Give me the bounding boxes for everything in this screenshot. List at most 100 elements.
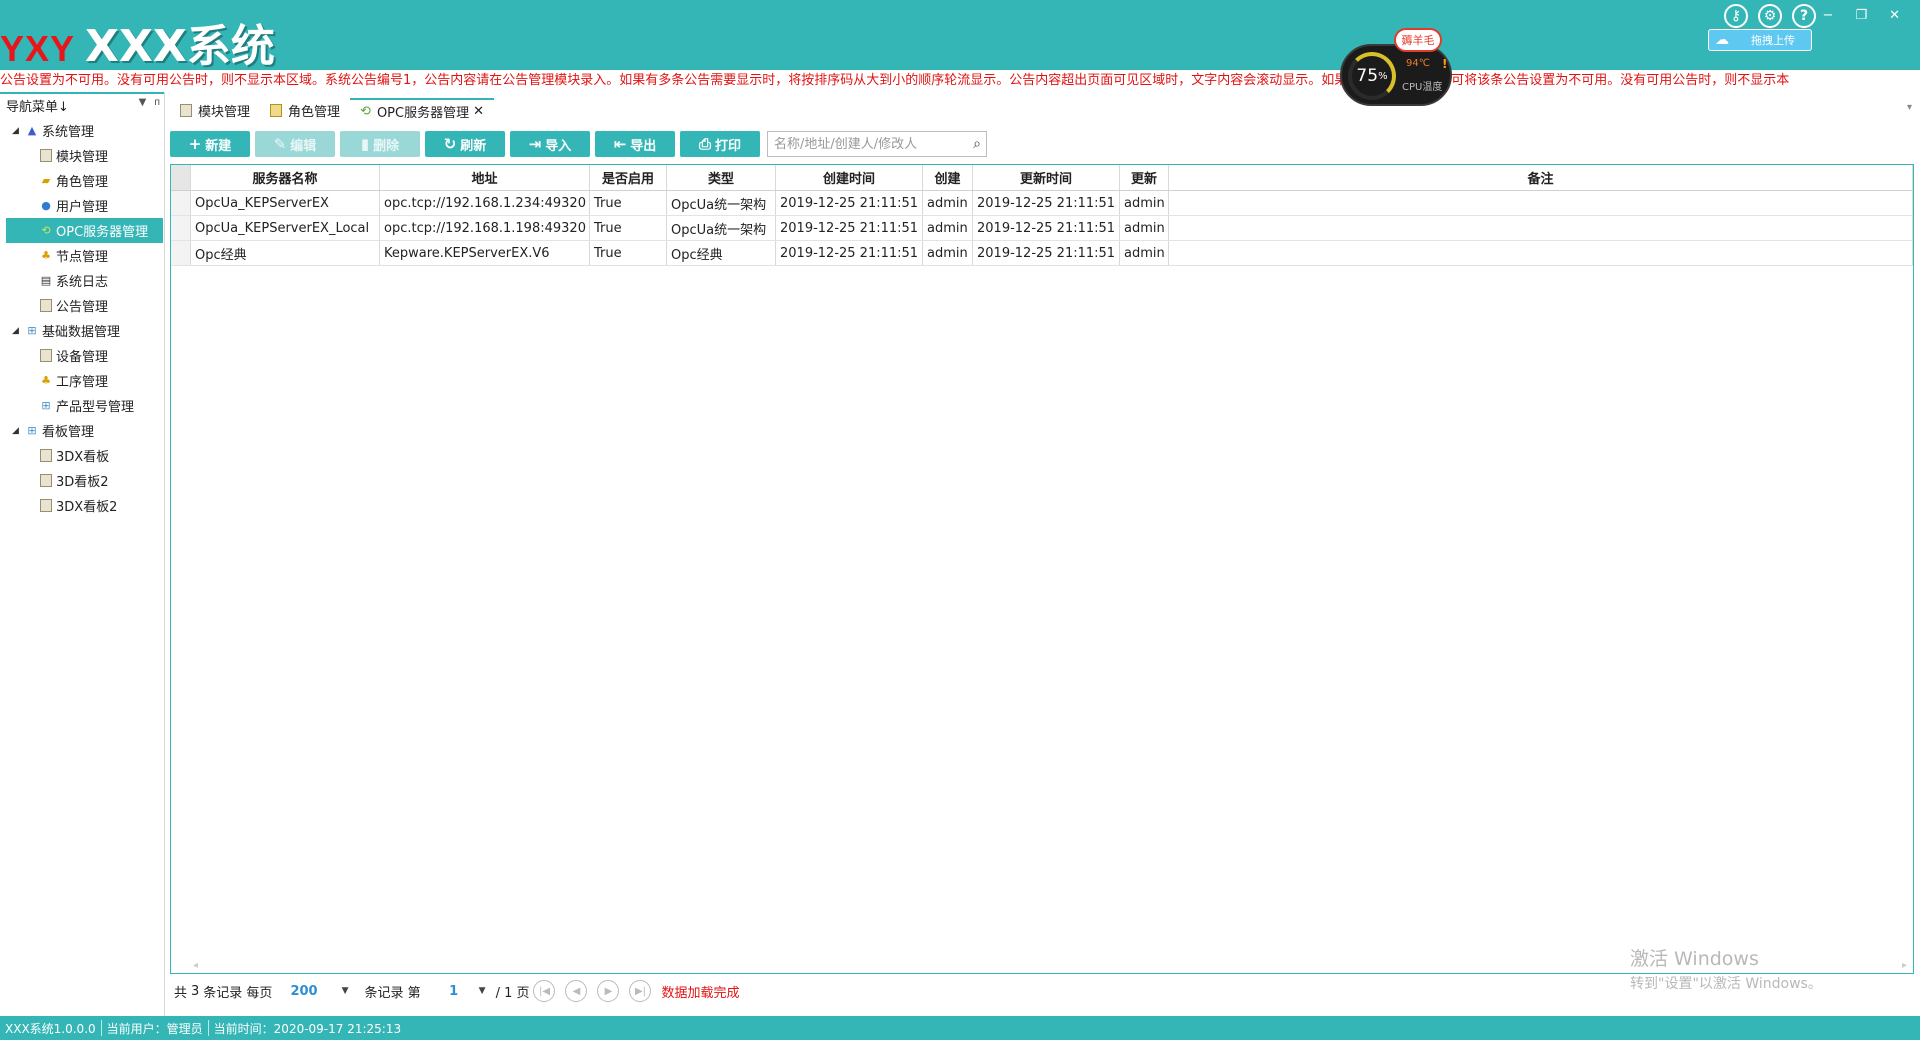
tree-item-label: 公告管理 xyxy=(56,300,109,315)
chevron-down-icon[interactable]: ▼ xyxy=(342,986,349,996)
tab-role-management[interactable]: 角色管理 xyxy=(260,98,350,122)
table-row[interactable]: OpcUa_KEPServerEX_Local opc.tcp://192.16… xyxy=(171,216,1913,241)
cpu-temp-label: CPU温度 xyxy=(1402,82,1443,93)
print-button[interactable]: ⎙ 打印 xyxy=(680,131,760,157)
search-icon[interactable]: ⌕ xyxy=(973,136,981,152)
tab-label: 模块管理 xyxy=(198,104,251,120)
tree-item-label: 产品型号管理 xyxy=(56,400,135,415)
scroll-left-icon[interactable]: ◂ xyxy=(193,960,198,971)
tab-menu-icon[interactable]: ▾ xyxy=(1907,102,1912,113)
column-header[interactable]: 备注 xyxy=(1169,165,1913,190)
total-suffix: 条记录 每页 xyxy=(203,985,273,1001)
tab-opc-server-management[interactable]: ⟲ OPC服务器管理 ✕ xyxy=(350,98,494,122)
tree-item-label: 设备管理 xyxy=(56,350,109,365)
tree-item-dashboard-management[interactable]: ◢ ⊞ 看板管理 xyxy=(0,418,164,443)
notice-text: 公告设置为不可用。没有可用公告时，则不显示本区域。系统公告编号1，公告内容请在公… xyxy=(0,73,1790,88)
delete-label: 删除 xyxy=(373,138,400,154)
tree-item-label: 用户管理 xyxy=(56,200,109,215)
watermark-title: 激活 Windows xyxy=(1630,948,1759,970)
export-button[interactable]: ⇤ 导出 xyxy=(595,131,675,157)
table-cell xyxy=(1169,191,1913,215)
chevron-down-icon[interactable]: ▼ xyxy=(139,97,147,108)
restore-button[interactable]: ❐ xyxy=(1855,8,1867,23)
drag-upload-button[interactable]: ☁ 拖拽上传 xyxy=(1708,29,1812,51)
cpu-usage-ring: 75% xyxy=(1348,52,1396,100)
column-header[interactable]: 创建时间 xyxy=(776,165,923,190)
tree-item-system-log[interactable]: ▤ 系统日志 xyxy=(0,268,164,293)
pin-icon[interactable]: ᴨ xyxy=(154,97,160,108)
column-header[interactable]: 更新时间 xyxy=(973,165,1120,190)
row-selector[interactable] xyxy=(171,241,191,265)
page-size-select[interactable]: 200 xyxy=(290,984,317,999)
table-row[interactable]: Opc经典 Kepware.KEPServerEX.V6 True Opc经典 … xyxy=(171,241,1913,266)
module-icon xyxy=(180,103,192,117)
search-input[interactable] xyxy=(774,136,964,152)
total-count: 3 xyxy=(191,983,200,999)
column-header[interactable]: 创建 xyxy=(923,165,973,190)
tree-item-notice-management[interactable]: 公告管理 xyxy=(0,293,164,318)
tree-item-user-management[interactable]: ● 用户管理 xyxy=(0,193,164,218)
tree-item-role-management[interactable]: ▰ 角色管理 xyxy=(0,168,164,193)
column-header[interactable]: 类型 xyxy=(667,165,776,190)
close-button[interactable]: ✕ xyxy=(1889,8,1900,23)
current-time: 当前时间：2020-09-17 21:25:13 xyxy=(213,1021,402,1036)
delete-button[interactable]: ▮ 删除 xyxy=(340,131,420,157)
table-cell: OpcUa统一架构 xyxy=(667,191,776,215)
upload-label: 拖拽上传 xyxy=(1751,34,1795,47)
import-button[interactable]: ⇥ 导入 xyxy=(510,131,590,157)
tree-item-3d-board-2[interactable]: 3D看板2 xyxy=(0,468,164,493)
device-icon xyxy=(40,349,52,362)
import-label: 导入 xyxy=(545,138,572,154)
export-label: 导出 xyxy=(630,138,657,154)
system-group-icon: ▲ xyxy=(27,124,37,137)
cpu-widget-badge[interactable]: 薅羊毛 xyxy=(1394,28,1442,52)
column-header[interactable]: 是否启用 xyxy=(590,165,667,190)
key-icon[interactable]: ⚷ xyxy=(1724,4,1748,28)
prev-page-icon[interactable]: ◀ xyxy=(565,980,588,1002)
role-icon xyxy=(270,103,283,117)
row-selector[interactable] xyxy=(171,191,191,215)
tree-item-basic-data-management[interactable]: ◢ ⊞ 基础数据管理 xyxy=(0,318,164,343)
tree-item-3dx-board-2[interactable]: 3DX看板2 xyxy=(0,493,164,518)
cpu-temperature-widget[interactable]: 75% 94℃ ! CPU温度 xyxy=(1340,44,1452,106)
tree-item-device-management[interactable]: 设备管理 xyxy=(0,343,164,368)
page-number-select[interactable]: 1 xyxy=(439,984,469,999)
next-page-icon[interactable]: ▶ xyxy=(597,980,620,1002)
tree-item-process-management[interactable]: ♣ 工序管理 xyxy=(0,368,164,393)
expand-toggle-icon[interactable]: ◢ xyxy=(12,426,24,436)
tree-item-opc-server-management[interactable]: ⟲ OPC服务器管理 xyxy=(6,218,163,243)
select-all-cell[interactable] xyxy=(171,165,191,190)
edit-button[interactable]: ✎ 编辑 xyxy=(255,131,335,157)
tree-item-product-model-management[interactable]: ⊞ 产品型号管理 xyxy=(0,393,164,418)
table-row[interactable]: OpcUa_KEPServerEX opc.tcp://192.168.1.23… xyxy=(171,191,1913,216)
tree-item-module-management[interactable]: 模块管理 xyxy=(0,143,164,168)
help-icon[interactable]: ? xyxy=(1792,4,1816,28)
expand-toggle-icon[interactable]: ◢ xyxy=(12,126,24,136)
log-icon: ▤ xyxy=(40,274,52,287)
column-header[interactable]: 服务器名称 xyxy=(191,165,380,190)
tab-module-management[interactable]: 模块管理 xyxy=(170,98,260,122)
new-button[interactable]: + 新建 xyxy=(170,131,250,157)
expand-toggle-icon[interactable]: ◢ xyxy=(12,326,24,336)
refresh-icon: ↻ xyxy=(443,135,457,153)
tree-item-node-management[interactable]: ♣ 节点管理 xyxy=(0,243,164,268)
scroll-right-icon[interactable]: ▸ xyxy=(1902,960,1907,971)
gear-icon[interactable]: ⚙ xyxy=(1758,4,1782,28)
tree-item-3dx-board[interactable]: 3DX看板 xyxy=(0,443,164,468)
chevron-down-icon[interactable]: ▼ xyxy=(479,986,486,996)
last-page-icon[interactable]: ▶| xyxy=(629,980,652,1002)
tab-bar: 模块管理 角色管理 ⟲ OPC服务器管理 ✕ ▾ xyxy=(170,96,1920,122)
first-page-icon[interactable]: |◀ xyxy=(533,980,556,1002)
row-selector[interactable] xyxy=(171,216,191,240)
refresh-button[interactable]: ↻ 刷新 xyxy=(425,131,505,157)
logo-white-text: XXX系统 xyxy=(85,21,275,72)
tree-item-label: 系统管理 xyxy=(42,125,95,140)
table-cell: True xyxy=(590,191,667,215)
tree-item-label: 3DX看板 xyxy=(56,450,110,465)
column-header[interactable]: 更新 xyxy=(1120,165,1169,190)
close-icon[interactable]: ✕ xyxy=(473,104,484,119)
column-header[interactable]: 地址 xyxy=(380,165,590,190)
tree-item-system-management[interactable]: ◢ ▲ 系统管理 xyxy=(0,118,164,143)
minimize-button[interactable]: − xyxy=(1823,8,1834,23)
role-icon: ▰ xyxy=(41,174,51,187)
